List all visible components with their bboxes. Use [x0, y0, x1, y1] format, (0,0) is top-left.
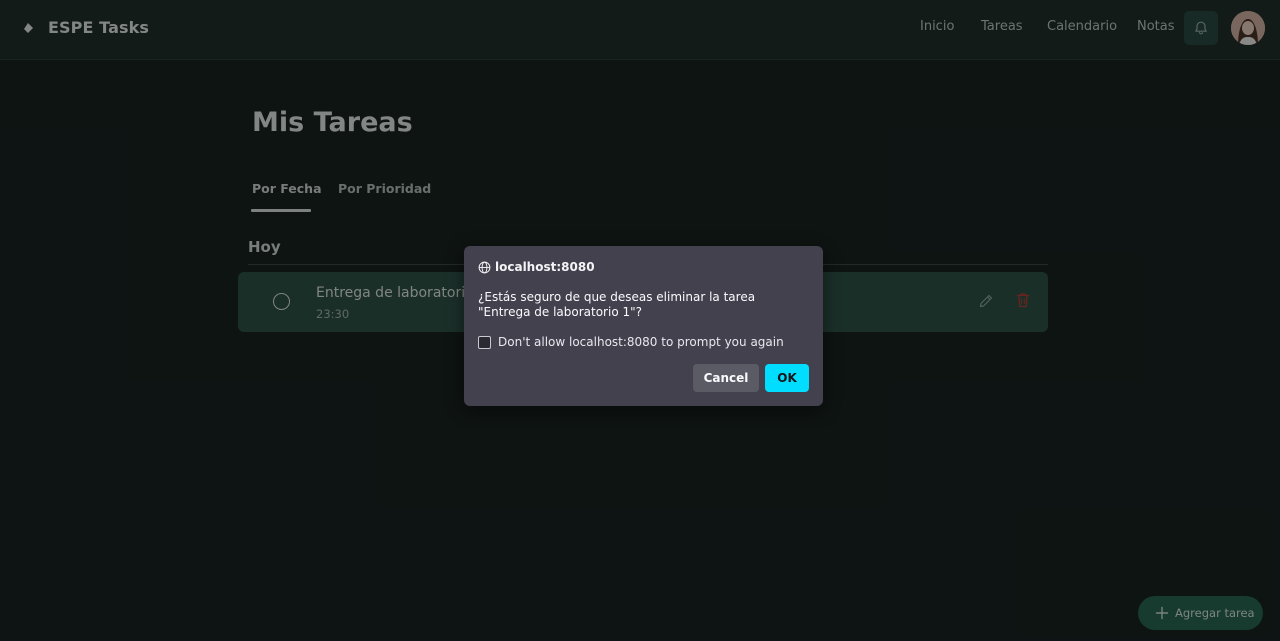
dont-allow-prompt-checkbox[interactable]	[478, 335, 491, 349]
dialog-checkbox-row[interactable]: Don't allow localhost:8080 to prompt you…	[478, 335, 784, 349]
confirm-dialog: localhost:8080 ¿Estás seguro de que dese…	[464, 246, 823, 406]
dont-allow-prompt-label[interactable]: Don't allow localhost:8080 to prompt you…	[498, 335, 784, 349]
dialog-message: ¿Estás seguro de que deseas eliminar la …	[478, 290, 756, 319]
dialog-origin-text: localhost:8080	[495, 260, 595, 274]
cancel-button[interactable]: Cancel	[693, 364, 759, 392]
ok-button[interactable]: OK	[765, 364, 809, 392]
dialog-origin: localhost:8080	[478, 260, 595, 274]
globe-icon	[478, 261, 491, 273]
